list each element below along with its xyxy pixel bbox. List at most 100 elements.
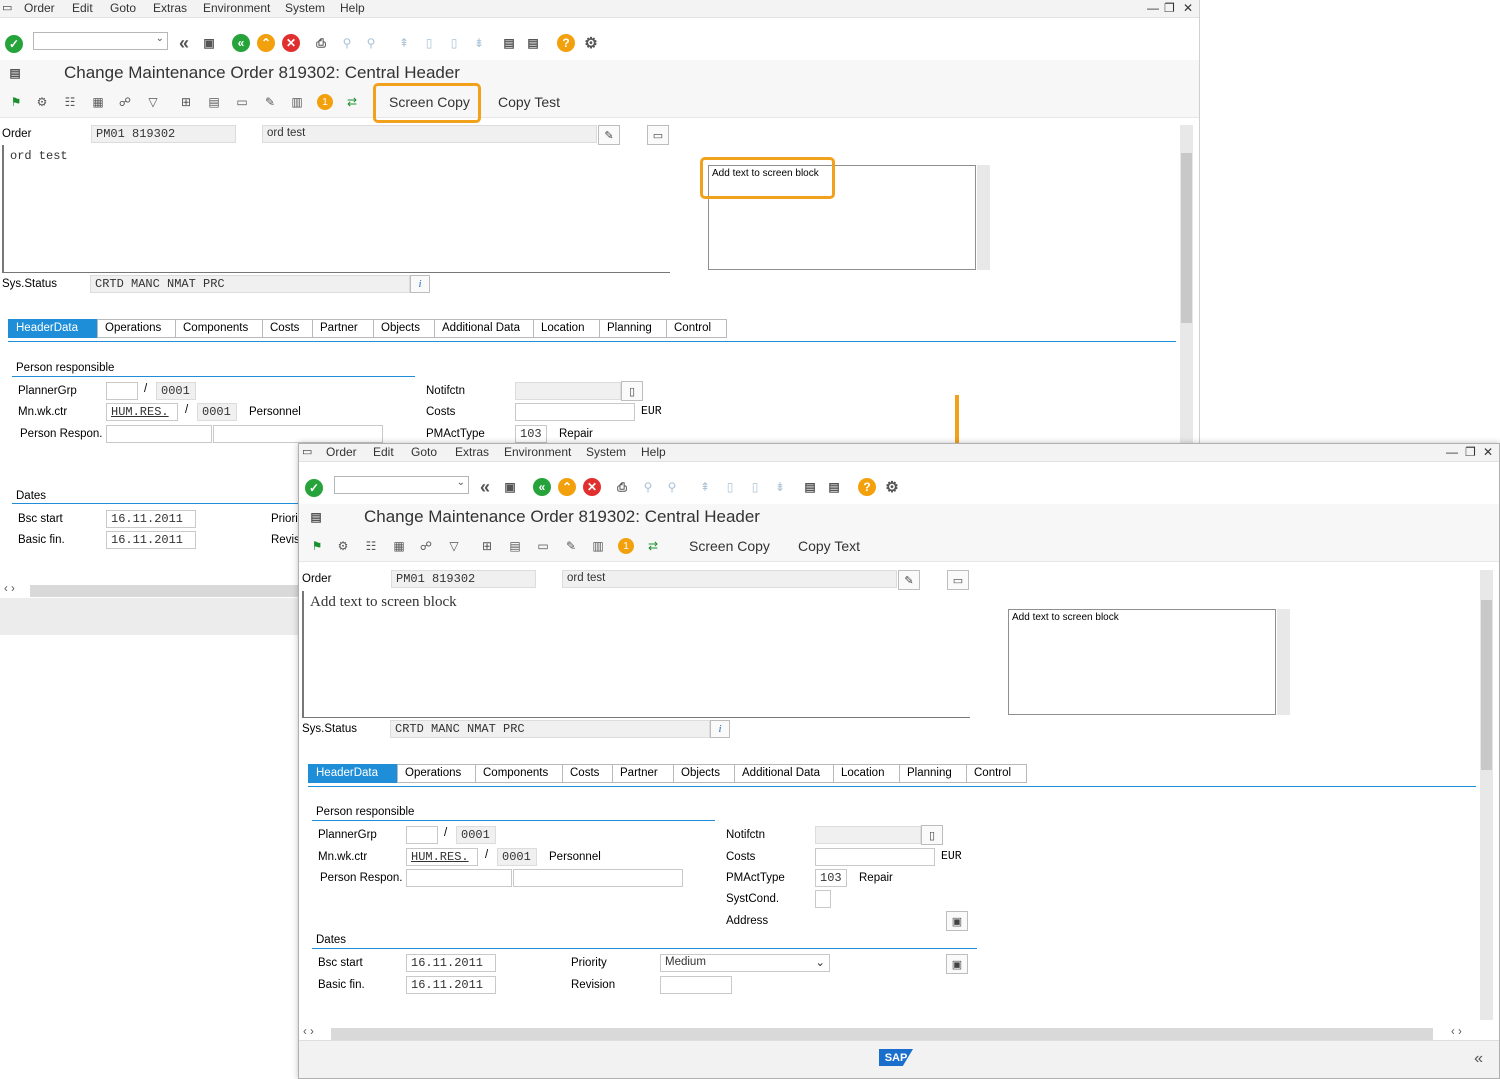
long-text-editor[interactable]: Add text to screen block bbox=[302, 591, 970, 718]
shortcut-icon[interactable]: ▤ bbox=[825, 478, 843, 496]
tab-headerdata[interactable]: HeaderData bbox=[308, 764, 397, 783]
new-session-icon[interactable]: ▤ bbox=[801, 478, 819, 496]
exit-icon[interactable]: ⌃ bbox=[257, 34, 275, 52]
layout-menu-icon[interactable]: ▤ bbox=[6, 64, 24, 82]
revision-field[interactable] bbox=[660, 976, 732, 994]
tab-location[interactable]: Location bbox=[833, 764, 899, 783]
pin-icon[interactable]: ✎ bbox=[563, 538, 579, 554]
scroll-left-right-icon[interactable]: ‹ › bbox=[1451, 1026, 1462, 1038]
new-session-icon[interactable]: ▤ bbox=[500, 34, 518, 52]
tab-location[interactable]: Location bbox=[533, 319, 599, 338]
text-block-scrollbar[interactable] bbox=[1277, 609, 1290, 715]
menu-environment[interactable]: Environment bbox=[504, 445, 571, 459]
order-settings-icon[interactable]: ⚙ bbox=[335, 538, 351, 554]
menu-extras[interactable]: Extras bbox=[455, 445, 489, 459]
edit-long-text-icon[interactable]: ✎ bbox=[598, 125, 620, 145]
close-icon[interactable]: ✕ bbox=[1483, 445, 1493, 459]
minimize-icon[interactable]: — bbox=[1147, 1, 1159, 15]
find-next-icon[interactable]: ⚲ bbox=[362, 34, 380, 52]
back-double-icon[interactable]: « bbox=[476, 477, 494, 497]
find-next-icon[interactable]: ⚲ bbox=[663, 478, 681, 496]
scheduling-icon[interactable]: ▣ bbox=[946, 954, 968, 974]
menu-help[interactable]: Help bbox=[641, 445, 666, 459]
cancel-icon[interactable]: ✕ bbox=[282, 34, 300, 52]
scroll-thumb[interactable] bbox=[1481, 600, 1492, 770]
mn-wk-ctr-field[interactable]: HUM.RES. bbox=[106, 403, 178, 421]
sap-menu-icon[interactable]: ▭ bbox=[2, 1, 12, 14]
people-icon[interactable]: ☍ bbox=[418, 538, 434, 554]
back-icon[interactable]: « bbox=[533, 478, 551, 496]
info-icon[interactable]: i bbox=[410, 275, 430, 293]
copy-text-button[interactable]: Copy Text bbox=[798, 538, 860, 554]
menu-order[interactable]: Order bbox=[24, 1, 55, 15]
structure-icon[interactable]: ⊞ bbox=[178, 94, 194, 110]
horizontal-scrollbar[interactable] bbox=[331, 1028, 1433, 1040]
transfer-icon[interactable]: ⇄ bbox=[645, 538, 661, 554]
tab-partner[interactable]: Partner bbox=[612, 764, 673, 783]
flag-icon[interactable]: ⚑ bbox=[309, 538, 325, 554]
structure-icon[interactable]: ⊞ bbox=[479, 538, 495, 554]
last-page-icon[interactable]: ⇟ bbox=[771, 478, 789, 496]
tab-operations[interactable]: Operations bbox=[397, 764, 475, 783]
restore-icon[interactable]: ❐ bbox=[1465, 445, 1476, 459]
pmacttype-field[interactable]: 103 bbox=[515, 425, 547, 443]
info-icon[interactable]: i bbox=[710, 720, 730, 738]
tab-planning[interactable]: Planning bbox=[599, 319, 666, 338]
menu-order[interactable]: Order bbox=[326, 445, 357, 459]
print-icon[interactable]: ⎙ bbox=[613, 478, 631, 496]
settings-gear-icon[interactable]: ⚙ bbox=[582, 34, 600, 52]
find-icon[interactable]: ⚲ bbox=[639, 478, 657, 496]
scroll-left-right-icon[interactable]: ‹ › bbox=[4, 583, 15, 595]
order-settings-icon[interactable]: ⚙ bbox=[34, 94, 50, 110]
command-field[interactable]: ⌄ bbox=[33, 32, 168, 50]
back-double-icon[interactable]: « bbox=[175, 33, 193, 53]
help-icon[interactable]: ? bbox=[858, 478, 876, 496]
layout-menu-icon[interactable]: ▤ bbox=[307, 508, 325, 526]
sap-menu-icon[interactable]: ▭ bbox=[302, 445, 312, 458]
tab-costs[interactable]: Costs bbox=[562, 764, 612, 783]
filter-icon[interactable]: ▽ bbox=[145, 94, 161, 110]
menu-system[interactable]: System bbox=[285, 1, 325, 15]
exit-icon[interactable]: ⌃ bbox=[558, 478, 576, 496]
table-icon[interactable]: ▭ bbox=[234, 94, 250, 110]
pin-icon[interactable]: ✎ bbox=[262, 94, 278, 110]
person-respon-field[interactable] bbox=[106, 425, 212, 443]
table-icon[interactable]: ▭ bbox=[535, 538, 551, 554]
tab-objects[interactable]: Objects bbox=[373, 319, 434, 338]
horizontal-scrollbar[interactable] bbox=[30, 585, 300, 597]
tab-headerdata[interactable]: HeaderData bbox=[8, 319, 97, 338]
first-page-icon[interactable]: ⇞ bbox=[395, 34, 413, 52]
menu-goto[interactable]: Goto bbox=[110, 1, 136, 15]
menu-system[interactable]: System bbox=[586, 445, 626, 459]
tab-control[interactable]: Control bbox=[966, 764, 1027, 783]
report-icon[interactable]: ▥ bbox=[590, 538, 606, 554]
planner-grp-field[interactable] bbox=[106, 382, 138, 400]
minimize-icon[interactable]: — bbox=[1446, 445, 1458, 459]
order-description-field[interactable]: ord test bbox=[262, 125, 597, 143]
restore-icon[interactable]: ❐ bbox=[1164, 1, 1175, 15]
list-icon[interactable]: ☷ bbox=[363, 538, 379, 554]
systcond-field[interactable] bbox=[815, 890, 831, 908]
tab-components[interactable]: Components bbox=[175, 319, 262, 338]
person-respon-field[interactable] bbox=[406, 869, 512, 887]
last-page-icon[interactable]: ⇟ bbox=[470, 34, 488, 52]
save-icon[interactable]: ▣ bbox=[501, 478, 519, 496]
display-object-icon[interactable]: ▭ bbox=[947, 570, 969, 590]
priority-select[interactable]: Medium ⌄ bbox=[660, 954, 830, 972]
edit-long-text-icon[interactable]: ✎ bbox=[898, 570, 920, 590]
long-text-editor[interactable]: ord test bbox=[2, 145, 670, 273]
transfer-icon[interactable]: ⇄ bbox=[344, 94, 360, 110]
tab-operations[interactable]: Operations bbox=[97, 319, 175, 338]
scroll-thumb[interactable] bbox=[1181, 153, 1192, 323]
tab-objects[interactable]: Objects bbox=[673, 764, 734, 783]
vertical-scrollbar[interactable] bbox=[1480, 570, 1493, 1020]
screen-copy-button[interactable]: Screen Copy bbox=[689, 538, 770, 554]
collapse-status-icon[interactable]: « bbox=[1474, 1050, 1483, 1068]
message-badge[interactable]: 1 bbox=[317, 94, 333, 110]
menu-edit[interactable]: Edit bbox=[373, 445, 394, 459]
bsc-start-field[interactable]: 16.11.2011 bbox=[406, 954, 496, 972]
find-icon[interactable]: ⚲ bbox=[338, 34, 356, 52]
tab-partner[interactable]: Partner bbox=[312, 319, 373, 338]
menu-help[interactable]: Help bbox=[340, 1, 365, 15]
menu-edit[interactable]: Edit bbox=[72, 1, 93, 15]
